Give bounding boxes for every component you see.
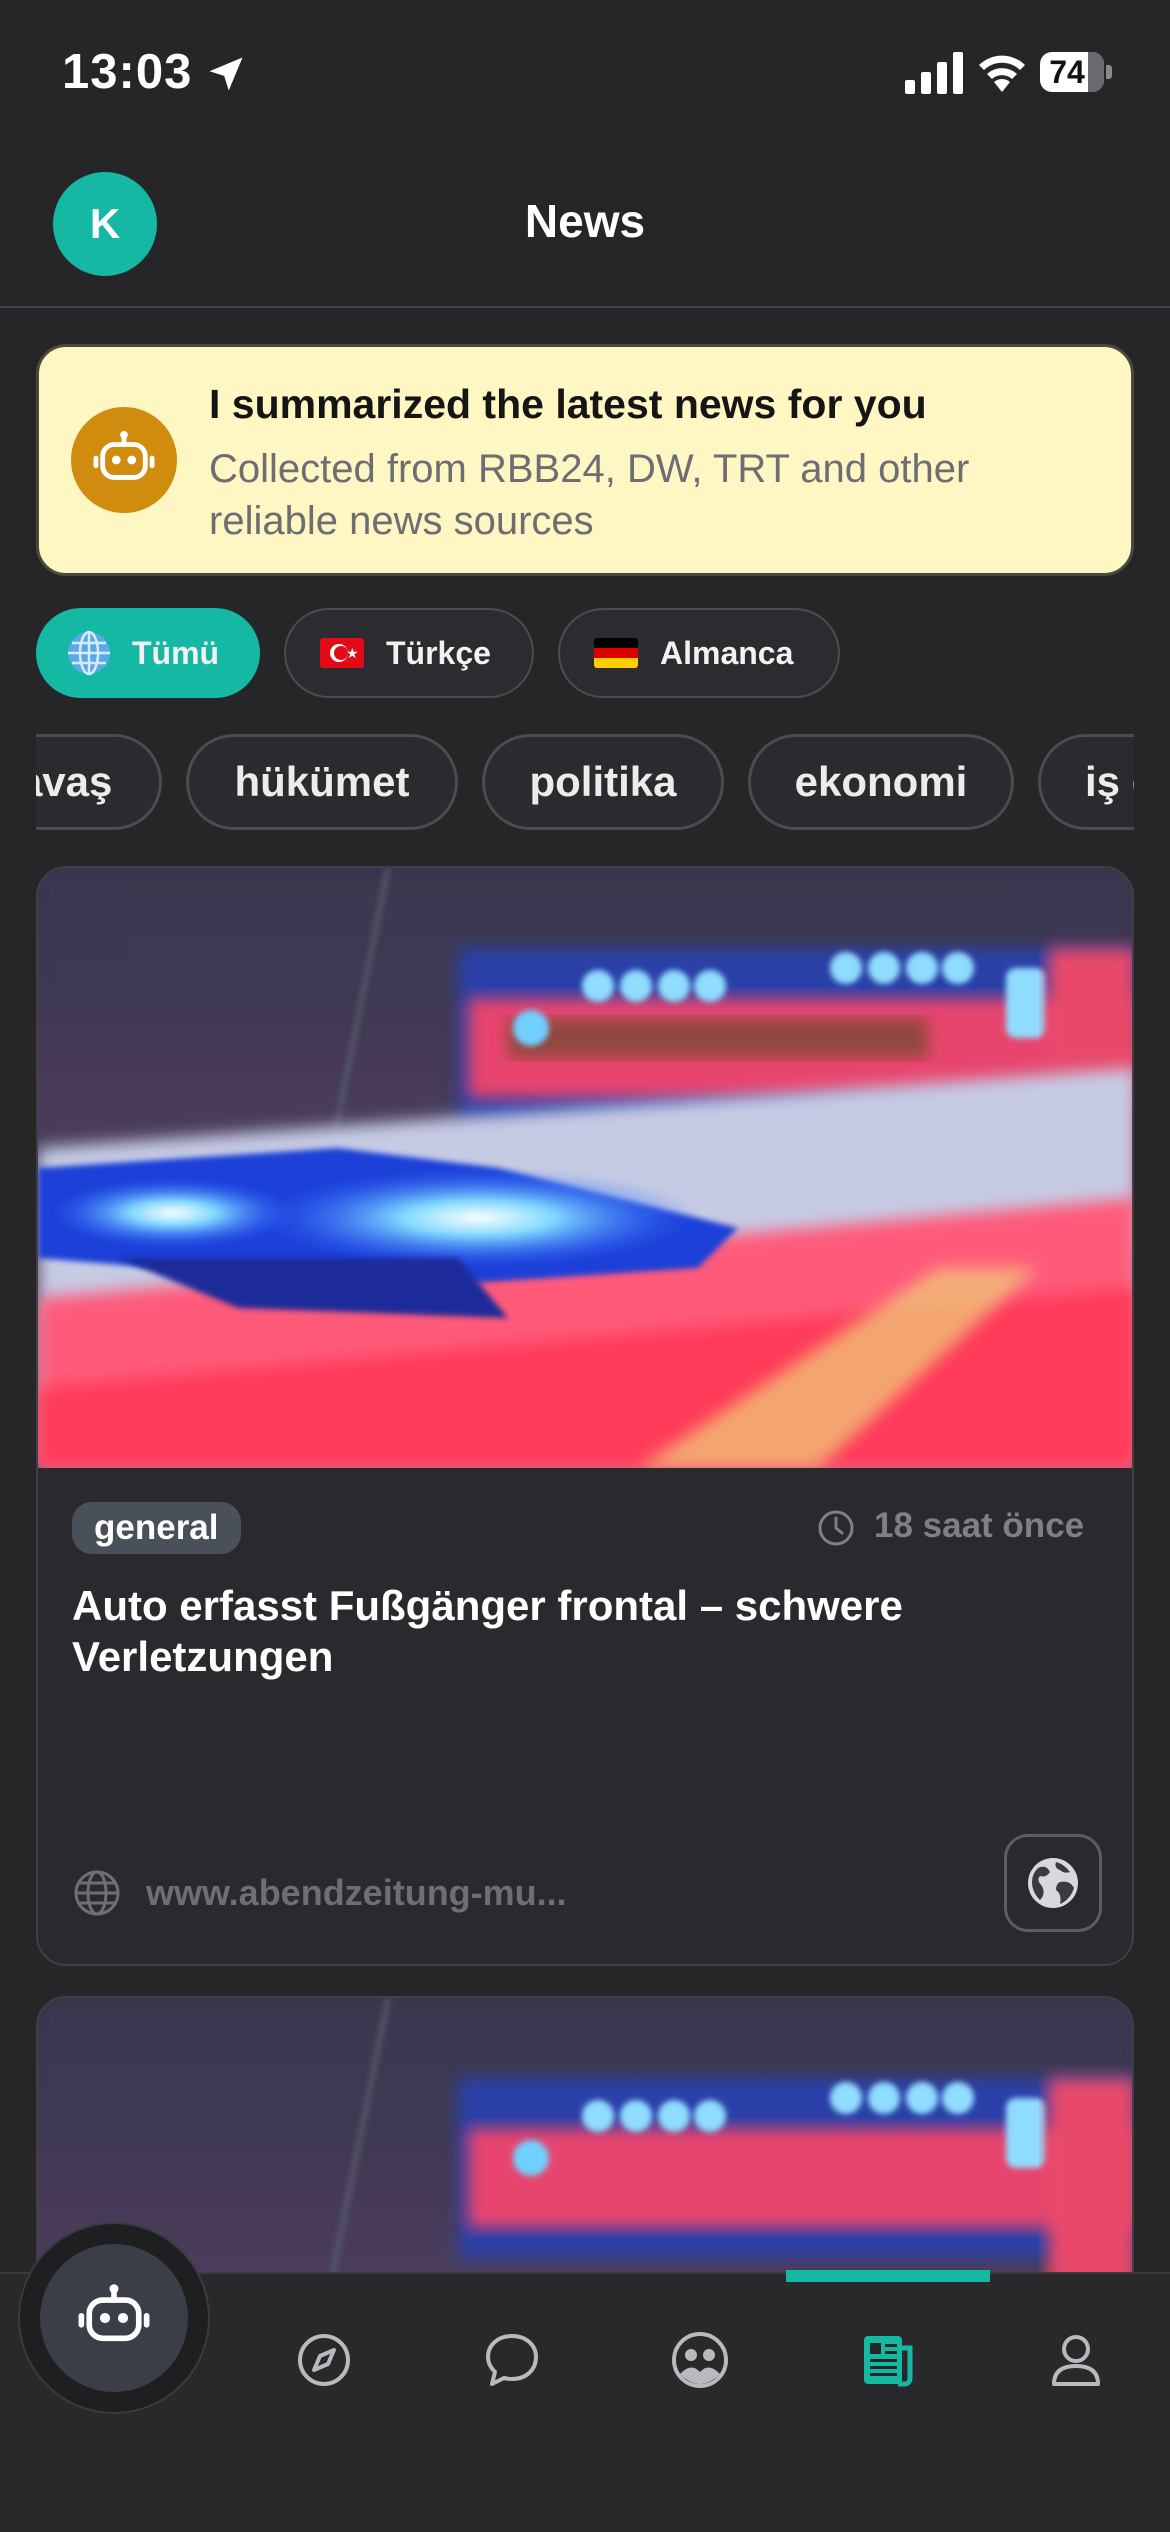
source-url[interactable]: www.abendzeitung-mu... [146,1872,567,1914]
app-root: 13:03 74 K News I summarized the latest … [0,0,1170,2532]
published-time: 18 saat önce [874,1506,1085,1545]
page-title: News [524,195,646,247]
topic-chip[interactable]: ekonomi [748,734,1014,830]
banner-subtitle: Collected from RBB24, DW, TRT and other … [209,447,970,543]
news-card[interactable]: general 18 saat önce Auto erfasst Fußgän… [36,866,1134,1966]
news-summary-banner[interactable]: I summarized the latest news for you Col… [36,344,1134,576]
compass-icon[interactable] [294,2330,354,2390]
topic-chip[interactable]: hükümet [186,734,458,830]
wifi-icon [979,55,1025,92]
topic-chip[interactable]: politika [482,734,724,830]
chat-bubble-icon[interactable] [482,2330,542,2390]
earth-icon [1028,1858,1078,1908]
status-time: 13:03 [62,45,193,99]
profile-icon[interactable] [1046,2330,1106,2390]
article-title[interactable]: Auto erfasst Fußgänger frontal – schwere… [72,1580,1092,1682]
status-bar: 13:03 74 [0,0,1170,150]
battery-indicator: 74 [1040,52,1112,92]
filter-chip-label: Almanca [660,634,794,671]
robot-assistant-icon [78,2284,150,2342]
active-tab-indicator [786,2270,990,2282]
filter-chip-german[interactable]: Almanca [558,608,840,698]
filter-chip-label: Türkçe [386,634,491,671]
filter-chip-turkish[interactable]: ★ Türkçe [284,608,534,698]
category-tag: general [72,1502,241,1554]
topic-chip[interactable]: iş dünyası [1038,734,1134,830]
globe-icon [68,630,110,676]
cellular-signal-icon [905,52,963,94]
topic-chip-scroller[interactable]: savaş hükümet politika ekonomi iş dünyas… [36,732,1134,834]
clock-icon [818,1510,854,1546]
filter-chip-all[interactable]: Tümü [36,608,260,698]
banner-title: I summarized the latest news for you [209,381,927,427]
topic-chip[interactable]: savaş [36,734,162,830]
open-in-browser-button[interactable] [1004,1834,1102,1932]
robot-icon [71,407,177,513]
turkey-flag-icon: ★ [320,638,364,668]
article-image [38,868,1132,1468]
newspaper-icon[interactable] [858,2330,918,2390]
source-globe-icon [74,1870,120,1916]
germany-flag-icon [594,638,638,668]
location-arrow-icon [209,57,243,91]
community-icon[interactable] [670,2330,730,2390]
assistant-button[interactable] [40,2244,188,2392]
filter-chip-label: Tümü [132,634,220,671]
app-header: K News [0,150,1170,308]
battery-level: 74 [1049,54,1085,90]
